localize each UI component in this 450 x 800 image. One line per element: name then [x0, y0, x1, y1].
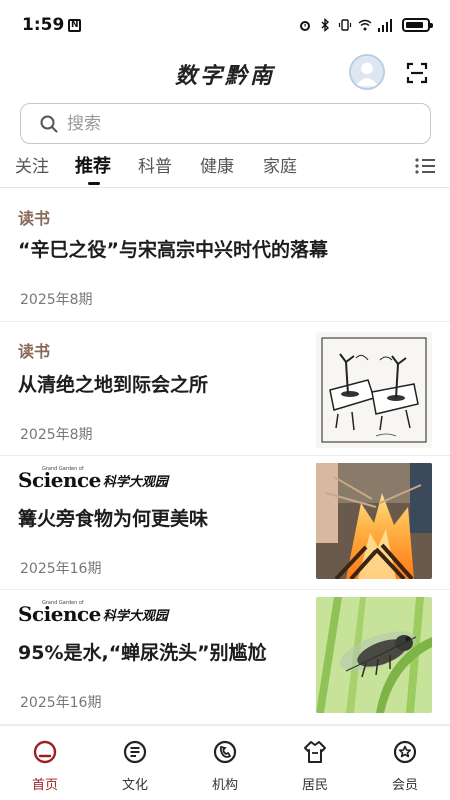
- battery-icon: [402, 18, 433, 32]
- nav-label: 会员: [391, 778, 418, 793]
- signal-icon: [378, 19, 392, 32]
- article-title[interactable]: 篝火旁食物为何更美味: [18, 504, 208, 531]
- article-issue: 2025年8期: [20, 292, 93, 308]
- nav-label: 机构: [211, 778, 238, 793]
- sketch-illustration-image: [316, 332, 432, 448]
- logo-cn: 科学大观园: [102, 475, 168, 490]
- tab-recommend[interactable]: 推荐: [75, 152, 111, 178]
- science-magazine-logo: Grand Garden of Science 科学大观园: [18, 466, 168, 492]
- alarm-icon: [300, 21, 310, 31]
- bluetooth-icon: [321, 18, 330, 32]
- resident-icon: [304, 741, 326, 763]
- avatar[interactable]: [349, 54, 385, 90]
- home-icon: [33, 740, 57, 764]
- logo-word: Science: [18, 468, 101, 492]
- vibrate-icon: [338, 19, 352, 31]
- status-icons: [298, 18, 433, 32]
- category-tabs: 关注 推荐 科普 健康 家庭: [0, 148, 450, 188]
- nav-label: 居民: [301, 778, 328, 793]
- wifi-icon: [358, 19, 372, 31]
- active-tab-indicator: [88, 182, 100, 185]
- user-avatar-icon: [351, 56, 383, 88]
- article-card[interactable]: 读书 “辛巳之役”与宋高宗中兴时代的落幕 2025年8期: [0, 189, 450, 322]
- channel-list-icon[interactable]: [414, 156, 436, 176]
- science-magazine-logo: Grand Garden of Science 科学大观园: [18, 600, 168, 626]
- article-thumbnail[interactable]: [316, 332, 432, 448]
- tab-follow[interactable]: 关注: [15, 152, 49, 177]
- app-header: 数字黔南: [0, 50, 450, 98]
- article-thumbnail[interactable]: [316, 597, 432, 713]
- tab-family[interactable]: 家庭: [263, 152, 297, 177]
- nav-label: 文化: [121, 778, 148, 793]
- tab-health[interactable]: 健康: [200, 152, 234, 177]
- nav-item-culture[interactable]: 文化: [100, 738, 170, 793]
- clock-text: 1:59: [22, 15, 65, 35]
- status-time: 1:59 N: [22, 15, 82, 35]
- culture-icon: [123, 740, 147, 764]
- logo-word: Science: [18, 602, 101, 626]
- article-card[interactable]: Grand Garden of Science 科学大观园 95%是水,“蝉尿洗…: [0, 590, 450, 725]
- logo-cn: 科学大观园: [102, 609, 168, 624]
- nfc-icon: N: [68, 18, 82, 32]
- article-title[interactable]: “辛巳之役”与宋高宗中兴时代的落幕: [18, 235, 328, 262]
- nav-item-institution[interactable]: 机构: [190, 738, 260, 793]
- article-title[interactable]: 95%是水,“蝉尿洗头”别尴尬: [18, 638, 267, 665]
- cicada-photo-image: [316, 597, 432, 713]
- article-source: 读书: [18, 342, 51, 361]
- article-thumbnail[interactable]: [316, 463, 432, 579]
- search-icon: [40, 115, 58, 132]
- status-bar: 1:59 N: [0, 0, 450, 50]
- article-issue: 2025年16期: [20, 561, 102, 577]
- nav-item-resident[interactable]: 居民: [280, 738, 350, 793]
- nav-label: 首页: [31, 778, 58, 793]
- article-issue: 2025年16期: [20, 695, 102, 711]
- bottom-navigation: 首页 文化 机构 居民 会员: [0, 725, 450, 800]
- article-card[interactable]: 读书 从清绝之地到际会之所 2025年8期: [0, 322, 450, 456]
- search-bar[interactable]: [20, 103, 431, 144]
- battery-level: [406, 22, 423, 28]
- article-issue: 2025年8期: [20, 427, 93, 443]
- scan-icon[interactable]: [405, 61, 429, 85]
- tab-science[interactable]: 科普: [138, 152, 172, 177]
- article-card[interactable]: Grand Garden of Science 科学大观园 篝火旁食物为何更美味…: [0, 456, 450, 590]
- nav-item-home[interactable]: 首页: [10, 738, 80, 793]
- member-icon: [393, 740, 417, 764]
- institution-icon: [213, 740, 237, 764]
- campfire-photo-image: [316, 463, 432, 579]
- logo-tagline: Grand Garden of: [42, 600, 84, 606]
- logo-tagline: Grand Garden of: [42, 466, 84, 472]
- article-source: 读书: [18, 209, 51, 228]
- nav-item-member[interactable]: 会员: [370, 738, 440, 793]
- article-title[interactable]: 从清绝之地到际会之所: [18, 370, 208, 397]
- search-input[interactable]: [67, 113, 387, 134]
